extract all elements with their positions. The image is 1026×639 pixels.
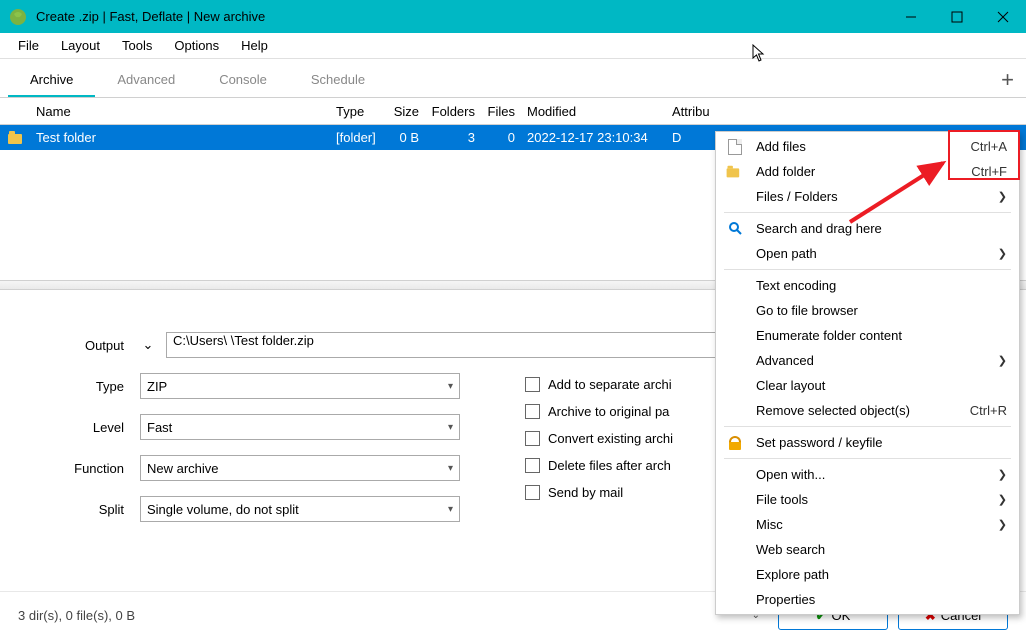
menu-layout[interactable]: Layout bbox=[51, 35, 110, 56]
context-menu: Add files Ctrl+A Add folder Ctrl+F Files… bbox=[715, 131, 1020, 615]
tab-console[interactable]: Console bbox=[197, 64, 289, 97]
checkbox-icon bbox=[525, 404, 540, 419]
maximize-button[interactable] bbox=[934, 0, 980, 33]
cm-explore-path[interactable]: Explore path bbox=[716, 562, 1019, 587]
tab-archive[interactable]: Archive bbox=[8, 64, 95, 97]
column-attributes[interactable]: Attribu bbox=[666, 104, 726, 119]
split-label: Split bbox=[20, 502, 130, 517]
cm-advanced[interactable]: Advanced ❯ bbox=[716, 348, 1019, 373]
cm-search[interactable]: Search and drag here bbox=[716, 216, 1019, 241]
menu-help[interactable]: Help bbox=[231, 35, 278, 56]
add-tab-button[interactable]: + bbox=[1001, 67, 1014, 93]
type-select[interactable]: ZIP▾ bbox=[140, 373, 460, 399]
chevron-down-icon: ▾ bbox=[448, 422, 453, 433]
cm-go-browser[interactable]: Go to file browser bbox=[716, 298, 1019, 323]
cell-modified: 2022-12-17 23:10:34 bbox=[521, 130, 666, 145]
cm-open-with[interactable]: Open with... ❯ bbox=[716, 462, 1019, 487]
checkbox-icon bbox=[525, 485, 540, 500]
menu-tools[interactable]: Tools bbox=[112, 35, 162, 56]
column-files[interactable]: Files bbox=[481, 104, 521, 119]
column-modified[interactable]: Modified bbox=[521, 104, 666, 119]
chevron-down-icon: ▾ bbox=[448, 381, 453, 392]
folder-icon bbox=[726, 165, 744, 179]
status-text: 3 dir(s), 0 file(s), 0 B bbox=[18, 608, 135, 623]
cm-properties[interactable]: Properties bbox=[716, 587, 1019, 612]
minimize-button[interactable] bbox=[888, 0, 934, 33]
app-icon bbox=[8, 7, 28, 27]
cm-files-folders[interactable]: Files / Folders ❯ bbox=[716, 184, 1019, 209]
chevron-right-icon: ❯ bbox=[998, 190, 1007, 203]
tab-advanced[interactable]: Advanced bbox=[95, 64, 197, 97]
chevron-right-icon: ❯ bbox=[998, 354, 1007, 367]
function-select[interactable]: New archive▾ bbox=[140, 455, 460, 481]
column-folders[interactable]: Folders bbox=[425, 104, 481, 119]
function-label: Function bbox=[20, 461, 130, 476]
menubar: File Layout Tools Options Help bbox=[0, 33, 1026, 59]
chevron-right-icon: ❯ bbox=[998, 518, 1007, 531]
separator bbox=[724, 269, 1011, 270]
level-label: Level bbox=[20, 420, 130, 435]
cm-set-password[interactable]: Set password / keyfile bbox=[716, 430, 1019, 455]
search-icon bbox=[726, 221, 744, 236]
folder-icon bbox=[8, 131, 24, 145]
separator bbox=[724, 212, 1011, 213]
cm-web-search[interactable]: Web search bbox=[716, 537, 1019, 562]
menu-options[interactable]: Options bbox=[164, 35, 229, 56]
column-size[interactable]: Size bbox=[385, 104, 425, 119]
cm-add-files[interactable]: Add files Ctrl+A bbox=[716, 134, 1019, 159]
tabbar: Archive Advanced Console Schedule + bbox=[0, 59, 1026, 97]
menu-file[interactable]: File bbox=[8, 35, 49, 56]
chevron-right-icon: ❯ bbox=[998, 493, 1007, 506]
cm-misc[interactable]: Misc ❯ bbox=[716, 512, 1019, 537]
output-label: Output bbox=[20, 338, 130, 353]
cm-add-folder[interactable]: Add folder Ctrl+F bbox=[716, 159, 1019, 184]
chevron-right-icon: ❯ bbox=[998, 247, 1007, 260]
close-button[interactable] bbox=[980, 0, 1026, 33]
table-header: Name Type Size Folders Files Modified At… bbox=[0, 97, 1026, 125]
cm-text-encoding[interactable]: Text encoding bbox=[716, 273, 1019, 298]
cm-file-tools[interactable]: File tools ❯ bbox=[716, 487, 1019, 512]
level-select[interactable]: Fast▾ bbox=[140, 414, 460, 440]
column-name[interactable]: Name bbox=[30, 104, 330, 119]
separator bbox=[724, 458, 1011, 459]
cell-folders: 3 bbox=[425, 130, 481, 145]
cm-remove-selected[interactable]: Remove selected object(s) Ctrl+R bbox=[716, 398, 1019, 423]
chevron-down-icon: ▾ bbox=[448, 463, 453, 474]
cell-name: Test folder bbox=[30, 130, 330, 145]
checkbox-icon bbox=[525, 431, 540, 446]
window-title: Create .zip | Fast, Deflate | New archiv… bbox=[36, 9, 265, 24]
split-select[interactable]: Single volume, do not split▾ bbox=[140, 496, 460, 522]
cm-open-path[interactable]: Open path ❯ bbox=[716, 241, 1019, 266]
cell-type: [folder] bbox=[330, 130, 385, 145]
checkbox-icon bbox=[525, 377, 540, 392]
type-label: Type bbox=[20, 379, 130, 394]
tab-schedule[interactable]: Schedule bbox=[289, 64, 387, 97]
chevron-right-icon: ❯ bbox=[998, 468, 1007, 481]
cell-files: 0 bbox=[481, 130, 521, 145]
separator bbox=[724, 426, 1011, 427]
cm-enumerate[interactable]: Enumerate folder content bbox=[716, 323, 1019, 348]
cell-size: 0 B bbox=[385, 130, 425, 145]
chevron-down-icon: ▾ bbox=[448, 504, 453, 515]
output-history-dropdown[interactable]: ⌄ bbox=[140, 337, 156, 353]
file-icon bbox=[726, 139, 744, 155]
lock-icon bbox=[726, 436, 744, 450]
titlebar: Create .zip | Fast, Deflate | New archiv… bbox=[0, 0, 1026, 33]
cm-clear-layout[interactable]: Clear layout bbox=[716, 373, 1019, 398]
checkbox-icon bbox=[525, 458, 540, 473]
column-type[interactable]: Type bbox=[330, 104, 385, 119]
